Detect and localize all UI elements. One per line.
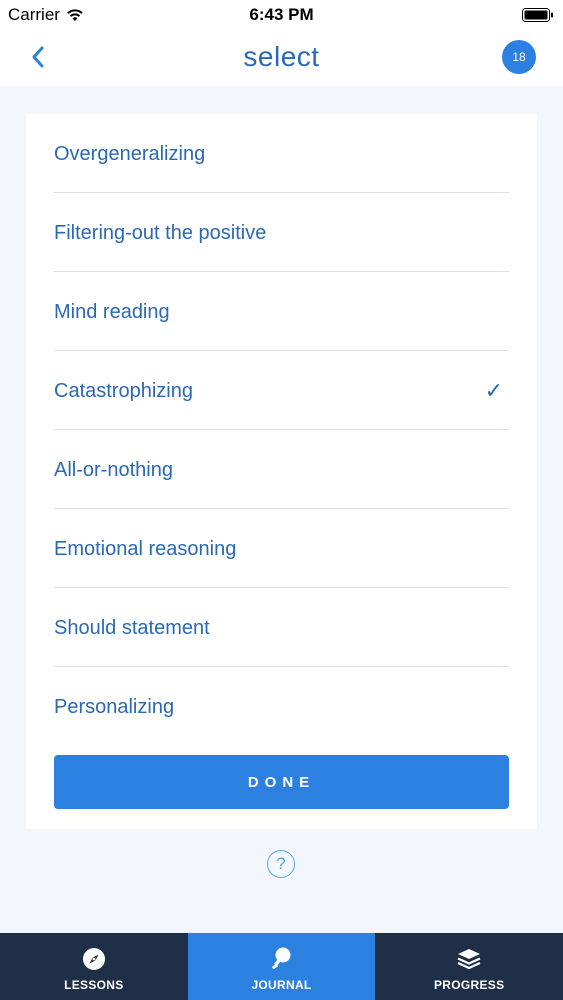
compass-icon xyxy=(81,946,107,972)
nav-bar: select 18 xyxy=(0,30,563,86)
option-label: Personalizing xyxy=(54,696,175,718)
layers-icon xyxy=(456,946,482,972)
tab-label: PROGRESS xyxy=(433,978,505,992)
option-label: Catastrophizing xyxy=(54,380,193,402)
tab-bar: LESSONS JOURNAL PROGRESS xyxy=(0,933,563,1000)
option-item[interactable]: Emotional reasoning xyxy=(54,509,509,588)
option-item[interactable]: Personalizing xyxy=(54,667,509,745)
status-bar: Carrier 6:43 PM xyxy=(0,0,563,30)
option-list: Overgeneralizing Filtering-out the posit… xyxy=(54,114,509,745)
count-badge[interactable]: 18 xyxy=(502,40,536,74)
option-item[interactable]: Filtering-out the positive xyxy=(54,193,509,272)
option-item-selected[interactable]: Catastrophizing ✓ xyxy=(54,351,509,430)
help-icon[interactable]: ? xyxy=(267,850,295,878)
option-item[interactable]: Mind reading xyxy=(54,272,509,351)
options-card: Overgeneralizing Filtering-out the posit… xyxy=(26,114,537,829)
option-label: Overgeneralizing xyxy=(54,143,206,165)
option-label: Mind reading xyxy=(54,301,170,323)
status-time: 6:43 PM xyxy=(249,5,314,24)
option-label: Emotional reasoning xyxy=(54,538,237,560)
option-item[interactable]: All-or-nothing xyxy=(54,430,509,509)
tab-progress[interactable]: PROGRESS xyxy=(375,933,563,1000)
tab-lessons[interactable]: LESSONS xyxy=(0,933,188,1000)
page-title: select xyxy=(243,41,320,72)
option-label: Should statement xyxy=(54,617,210,639)
battery-icon xyxy=(522,8,553,22)
option-label: Filtering-out the positive xyxy=(54,222,267,244)
tab-label: JOURNAL xyxy=(251,978,312,992)
option-item[interactable]: Should statement xyxy=(54,588,509,667)
tab-label: LESSONS xyxy=(64,978,124,992)
tab-journal[interactable]: JOURNAL xyxy=(187,933,376,1000)
option-item[interactable]: Overgeneralizing xyxy=(54,114,509,193)
done-button[interactable]: DONE xyxy=(54,755,509,809)
checkmark-icon: ✓ xyxy=(484,378,503,403)
lightbulb-icon xyxy=(269,946,295,972)
option-label: All-or-nothing xyxy=(54,459,173,481)
